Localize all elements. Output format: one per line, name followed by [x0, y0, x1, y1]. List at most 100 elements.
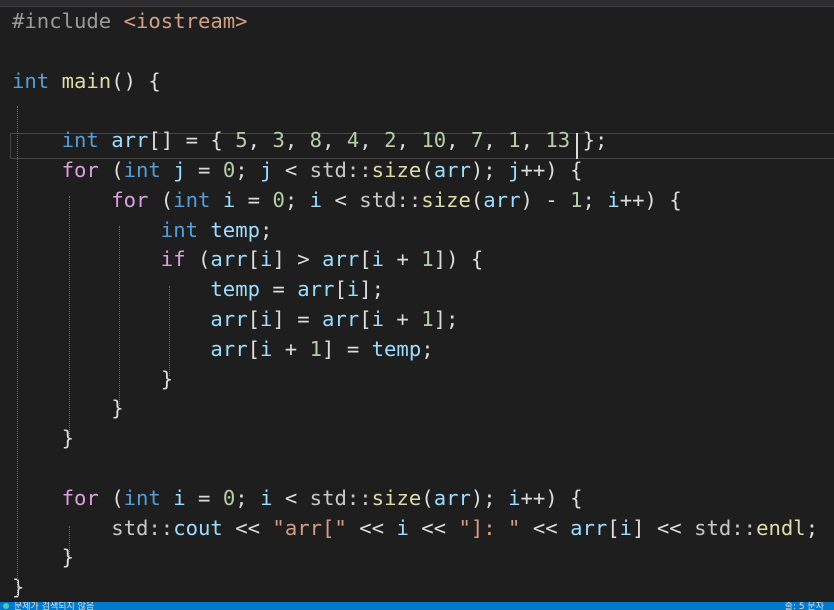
token-pl: ; [260, 217, 273, 242]
token-var: i [371, 247, 385, 272]
token-ns: std:: [309, 158, 372, 182]
code-editor[interactable]: #include <iostream> int main() { int arr[… [0, 6, 834, 602]
status-problems[interactable]: 문제가 검색되지 않음 [14, 602, 94, 610]
token-pl: ++) { [520, 485, 583, 510]
code-line-20[interactable]: } [12, 572, 24, 602]
token-ctl: for [111, 187, 149, 212]
token-ns: std:: [694, 515, 757, 540]
code-line-17[interactable]: for (int i = 0; i < std::size(arr); i++)… [12, 483, 583, 513]
token-fn: size [371, 158, 422, 182]
token-num: 7 [470, 128, 484, 153]
token-pl: + [384, 247, 422, 272]
token-pl: } [12, 396, 124, 421]
code-line-13[interactable]: } [12, 364, 173, 394]
code-line-9[interactable]: if (arr[i] > arr[i + 1]) { [12, 244, 483, 274]
token-inc: <iostream> [123, 9, 248, 33]
token-pl: << [346, 515, 397, 540]
token-pl: ++) { [619, 187, 682, 212]
code-line-10[interactable]: temp = arr[i]; [12, 274, 384, 304]
code-line-7[interactable]: for (int i = 0; i < std::size(arr) - 1; … [12, 185, 682, 215]
code-line-14[interactable]: } [12, 393, 124, 423]
token-pl: [] = { [148, 128, 236, 153]
token-pl: ] = [322, 336, 372, 361]
token-pl: }; [570, 128, 608, 153]
token-num: 0 [272, 187, 285, 212]
code-line-1[interactable]: #include <iostream> [12, 6, 248, 36]
token-kw: int [173, 187, 211, 212]
token-pl: ] > [272, 247, 323, 272]
indent-guide [69, 526, 70, 556]
token-fn: endl [756, 515, 806, 540]
token-pl: ( [185, 247, 211, 272]
token-pl: ( [148, 187, 174, 212]
token-var: arr [210, 307, 248, 331]
code-line-11[interactable]: arr[i] = arr[i + 1]; [12, 304, 458, 334]
token-pl: , [359, 128, 385, 153]
token-num: 1 [421, 247, 434, 272]
token-var: i [346, 277, 360, 302]
token-pl: , [322, 128, 347, 153]
token-pl: ); [470, 158, 509, 182]
token-pl: [ [359, 307, 372, 331]
token-num: 8 [309, 128, 323, 153]
token-var: cout [173, 515, 223, 540]
code-line-18[interactable]: std::cout << "arr[" << i << "]: " << arr… [12, 513, 818, 543]
token-pl: ++) { [520, 158, 583, 182]
token-pl: < [272, 485, 310, 510]
token-kw: int [160, 217, 198, 242]
status-ok-icon [3, 603, 9, 609]
status-bar: 문제가 검색되지 않음 줄: 5 문자 [0, 602, 834, 610]
token-fn: size [421, 187, 471, 212]
token-kw: int [61, 128, 99, 153]
token-num: 1 [309, 336, 323, 361]
token-pl: << [408, 515, 459, 540]
code-line-5[interactable]: int arr[] = { 5, 3, 8, 4, 2, 10, 7, 1, 1… [12, 125, 608, 155]
token-pl: [ [359, 247, 372, 272]
indent-guide [69, 196, 70, 436]
token-var: temp [210, 217, 261, 242]
code-line-3[interactable]: int main() { [12, 66, 161, 96]
token-pl: = [185, 485, 223, 510]
token-pl: < [322, 187, 360, 212]
token-pl: ; [582, 187, 608, 212]
token-var: i [371, 307, 385, 331]
code-line-15[interactable]: } [12, 423, 74, 453]
token-var: j [508, 158, 521, 182]
token-pl: } [12, 575, 25, 600]
token-pl: [ [247, 336, 260, 361]
token-num: 0 [222, 485, 236, 510]
token-pl: , [520, 128, 546, 153]
token-var: i [508, 485, 521, 510]
token-var: arr [111, 128, 149, 153]
token-pl: [ [247, 247, 261, 272]
code-line-6[interactable]: for (int j = 0; j < std::size(arr); j++)… [12, 155, 583, 185]
token-pl: } [12, 366, 174, 391]
token-var: arr [210, 247, 248, 272]
token-num: 5 [235, 128, 248, 153]
token-str: "]: " [458, 515, 521, 540]
code-line-8[interactable]: int temp; [12, 215, 273, 245]
token-pl: ; [284, 187, 310, 212]
token-var: arr [433, 485, 471, 510]
token-pl: [ [334, 277, 347, 302]
code-line-19[interactable]: } [12, 542, 74, 572]
token-pl: , [284, 128, 310, 153]
code-line-12[interactable]: arr[i + 1] = temp; [12, 334, 433, 364]
token-pl: < [272, 158, 310, 182]
token-pl: + [384, 307, 422, 331]
token-var: i [260, 247, 273, 272]
token-var: i [260, 307, 273, 331]
status-position[interactable]: 줄: 5 문자 [785, 602, 824, 610]
token-pl: ( [470, 187, 484, 212]
token-str: "arr[" [272, 515, 347, 540]
indent-guide [169, 286, 170, 376]
